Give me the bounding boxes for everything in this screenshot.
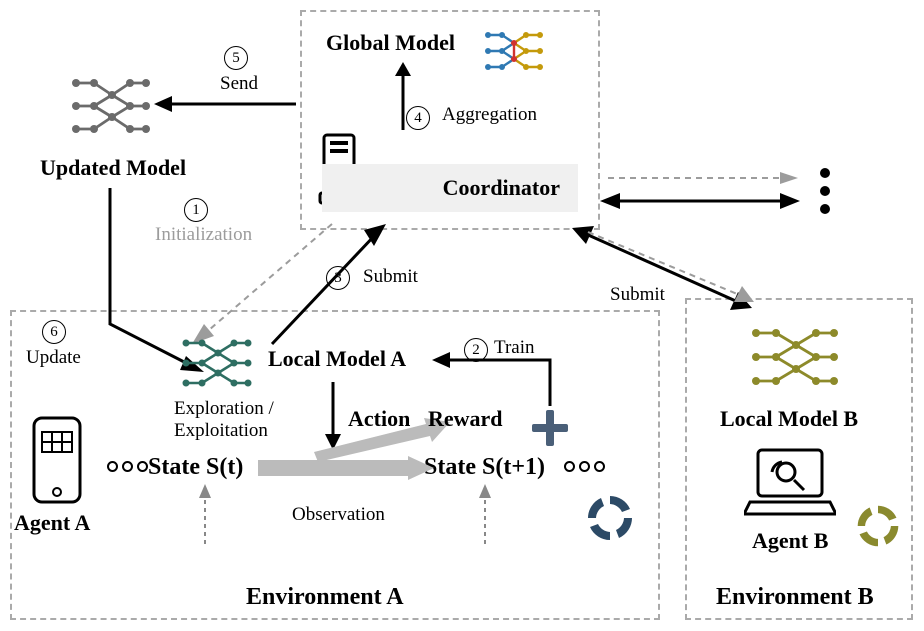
coord-right-arrow — [600, 186, 800, 216]
coord-right-dashed-arrow — [604, 168, 800, 188]
exploitation-label: Exploitation — [174, 420, 268, 442]
env-b-label: Environment B — [716, 584, 874, 611]
local-model-a-label: Local Model A — [268, 346, 406, 372]
local-model-b-nn-icon — [752, 322, 838, 392]
coordinator-label: Coordinator — [322, 164, 578, 212]
exploration-label: Exploration / — [174, 398, 274, 420]
step-6-badge: 6 — [42, 320, 66, 344]
observation-arrow-left — [196, 484, 214, 548]
cycle-a-icon — [584, 492, 636, 549]
state-t1-ellipsis-icon — [564, 461, 605, 472]
agent-b-label: Agent B — [752, 528, 828, 554]
other-envs-ellipsis-icon — [820, 168, 830, 214]
agent-a-label: Agent A — [14, 510, 90, 536]
env-a-label: Environment A — [246, 584, 404, 611]
step-6-label: Update — [26, 347, 81, 369]
send-arrow — [154, 92, 300, 116]
train-arrow — [428, 350, 558, 414]
global-model-nn-icon — [484, 27, 544, 75]
global-model-label: Global Model — [326, 30, 455, 56]
observation-label: Observation — [292, 504, 385, 526]
state-t-label: State S(t) — [148, 454, 243, 481]
aggregation-arrow — [390, 62, 416, 134]
submit-b-label: Submit — [610, 284, 665, 306]
step-4-label: Aggregation — [442, 104, 537, 126]
agent-b-laptop-icon — [744, 444, 836, 523]
updated-model-label: Updated Model — [40, 155, 186, 181]
coord-envb-dashed-arrow — [578, 224, 758, 310]
submit-arrow — [264, 216, 394, 352]
local-model-b-label: Local Model B — [720, 406, 858, 432]
agent-a-phone-icon — [28, 414, 86, 511]
step-5-badge: 5 — [224, 46, 248, 70]
reward-plus-icon — [530, 408, 570, 453]
state-t-ellipsis-icon — [107, 461, 148, 472]
local-model-a-nn-icon — [182, 334, 252, 392]
observation-arrow-right — [476, 484, 494, 548]
cycle-b-icon — [854, 502, 902, 555]
updated-model-nn-icon — [72, 73, 150, 139]
